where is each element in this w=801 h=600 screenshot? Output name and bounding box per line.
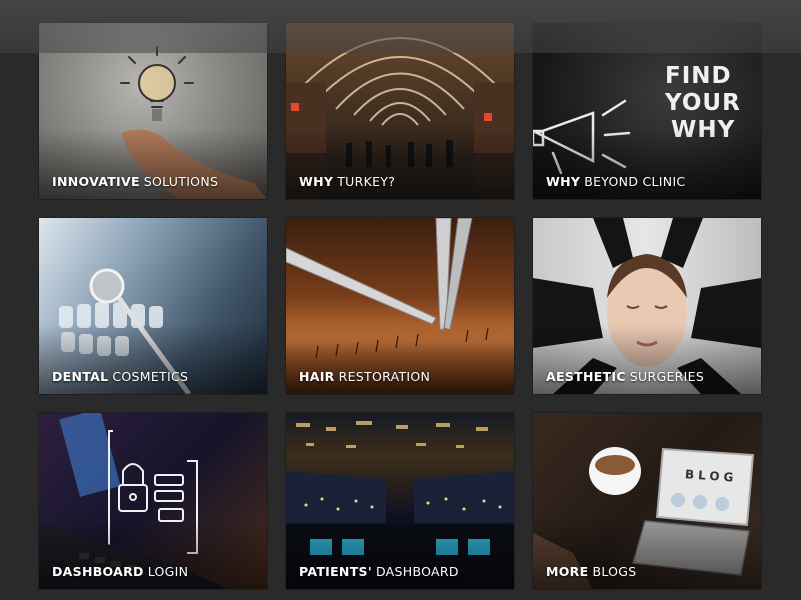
caption-light: TURKEY? [337,174,396,189]
tile-caption: DASHBOARD LOGIN [52,564,188,579]
caption-strong: DASHBOARD [52,564,144,579]
caption-strong: WHY [299,174,334,189]
caption-light: COSMETICS [112,369,189,384]
caption-light: BEYOND CLINIC [584,174,686,189]
top-header-overlay [0,0,801,53]
tile-more-blogs[interactable]: BLOG MORE BLOGS [533,413,761,589]
tile-aesthetic-surgeries[interactable]: AESTHETIC SURGERIES [533,218,761,394]
caption-light: LOGIN [147,564,189,579]
caption-strong: WHY [546,174,581,189]
caption-strong: MORE [546,564,589,579]
caption-strong: PATIENTS' [299,564,372,579]
caption-light: SURGERIES [629,369,705,384]
tile-caption: AESTHETIC SURGERIES [546,369,704,384]
caption-light: BLOGS [592,564,637,579]
caption-strong: AESTHETIC [546,369,626,384]
tile-caption: WHY BEYOND CLINIC [546,174,685,189]
tile-caption: WHY TURKEY? [299,174,395,189]
caption-light: DASHBOARD [375,564,459,579]
caption-light: SOLUTIONS [143,174,219,189]
tile-caption: DENTAL COSMETICS [52,369,188,384]
caption-light: RESTORATION [338,369,431,384]
tile-caption: HAIR RESTORATION [299,369,430,384]
services-grid: INNOVATIVE SOLUTIONS WHY TURKEY? FIND YO… [0,0,801,600]
caption-strong: INNOVATIVE [52,174,140,189]
tile-dental-cosmetics[interactable]: DENTAL COSMETICS [39,218,267,394]
tile-caption: MORE BLOGS [546,564,637,579]
tile-caption: PATIENTS' DASHBOARD [299,564,459,579]
tile-patients-dashboard[interactable]: PATIENTS' DASHBOARD [286,413,514,589]
tile-hair-restoration[interactable]: HAIR RESTORATION [286,218,514,394]
tile-caption: INNOVATIVE SOLUTIONS [52,174,218,189]
caption-strong: HAIR [299,369,335,384]
dental-mirror [89,268,125,304]
tile-dashboard-login[interactable]: DASHBOARD LOGIN [39,413,267,589]
caption-strong: DENTAL [52,369,109,384]
